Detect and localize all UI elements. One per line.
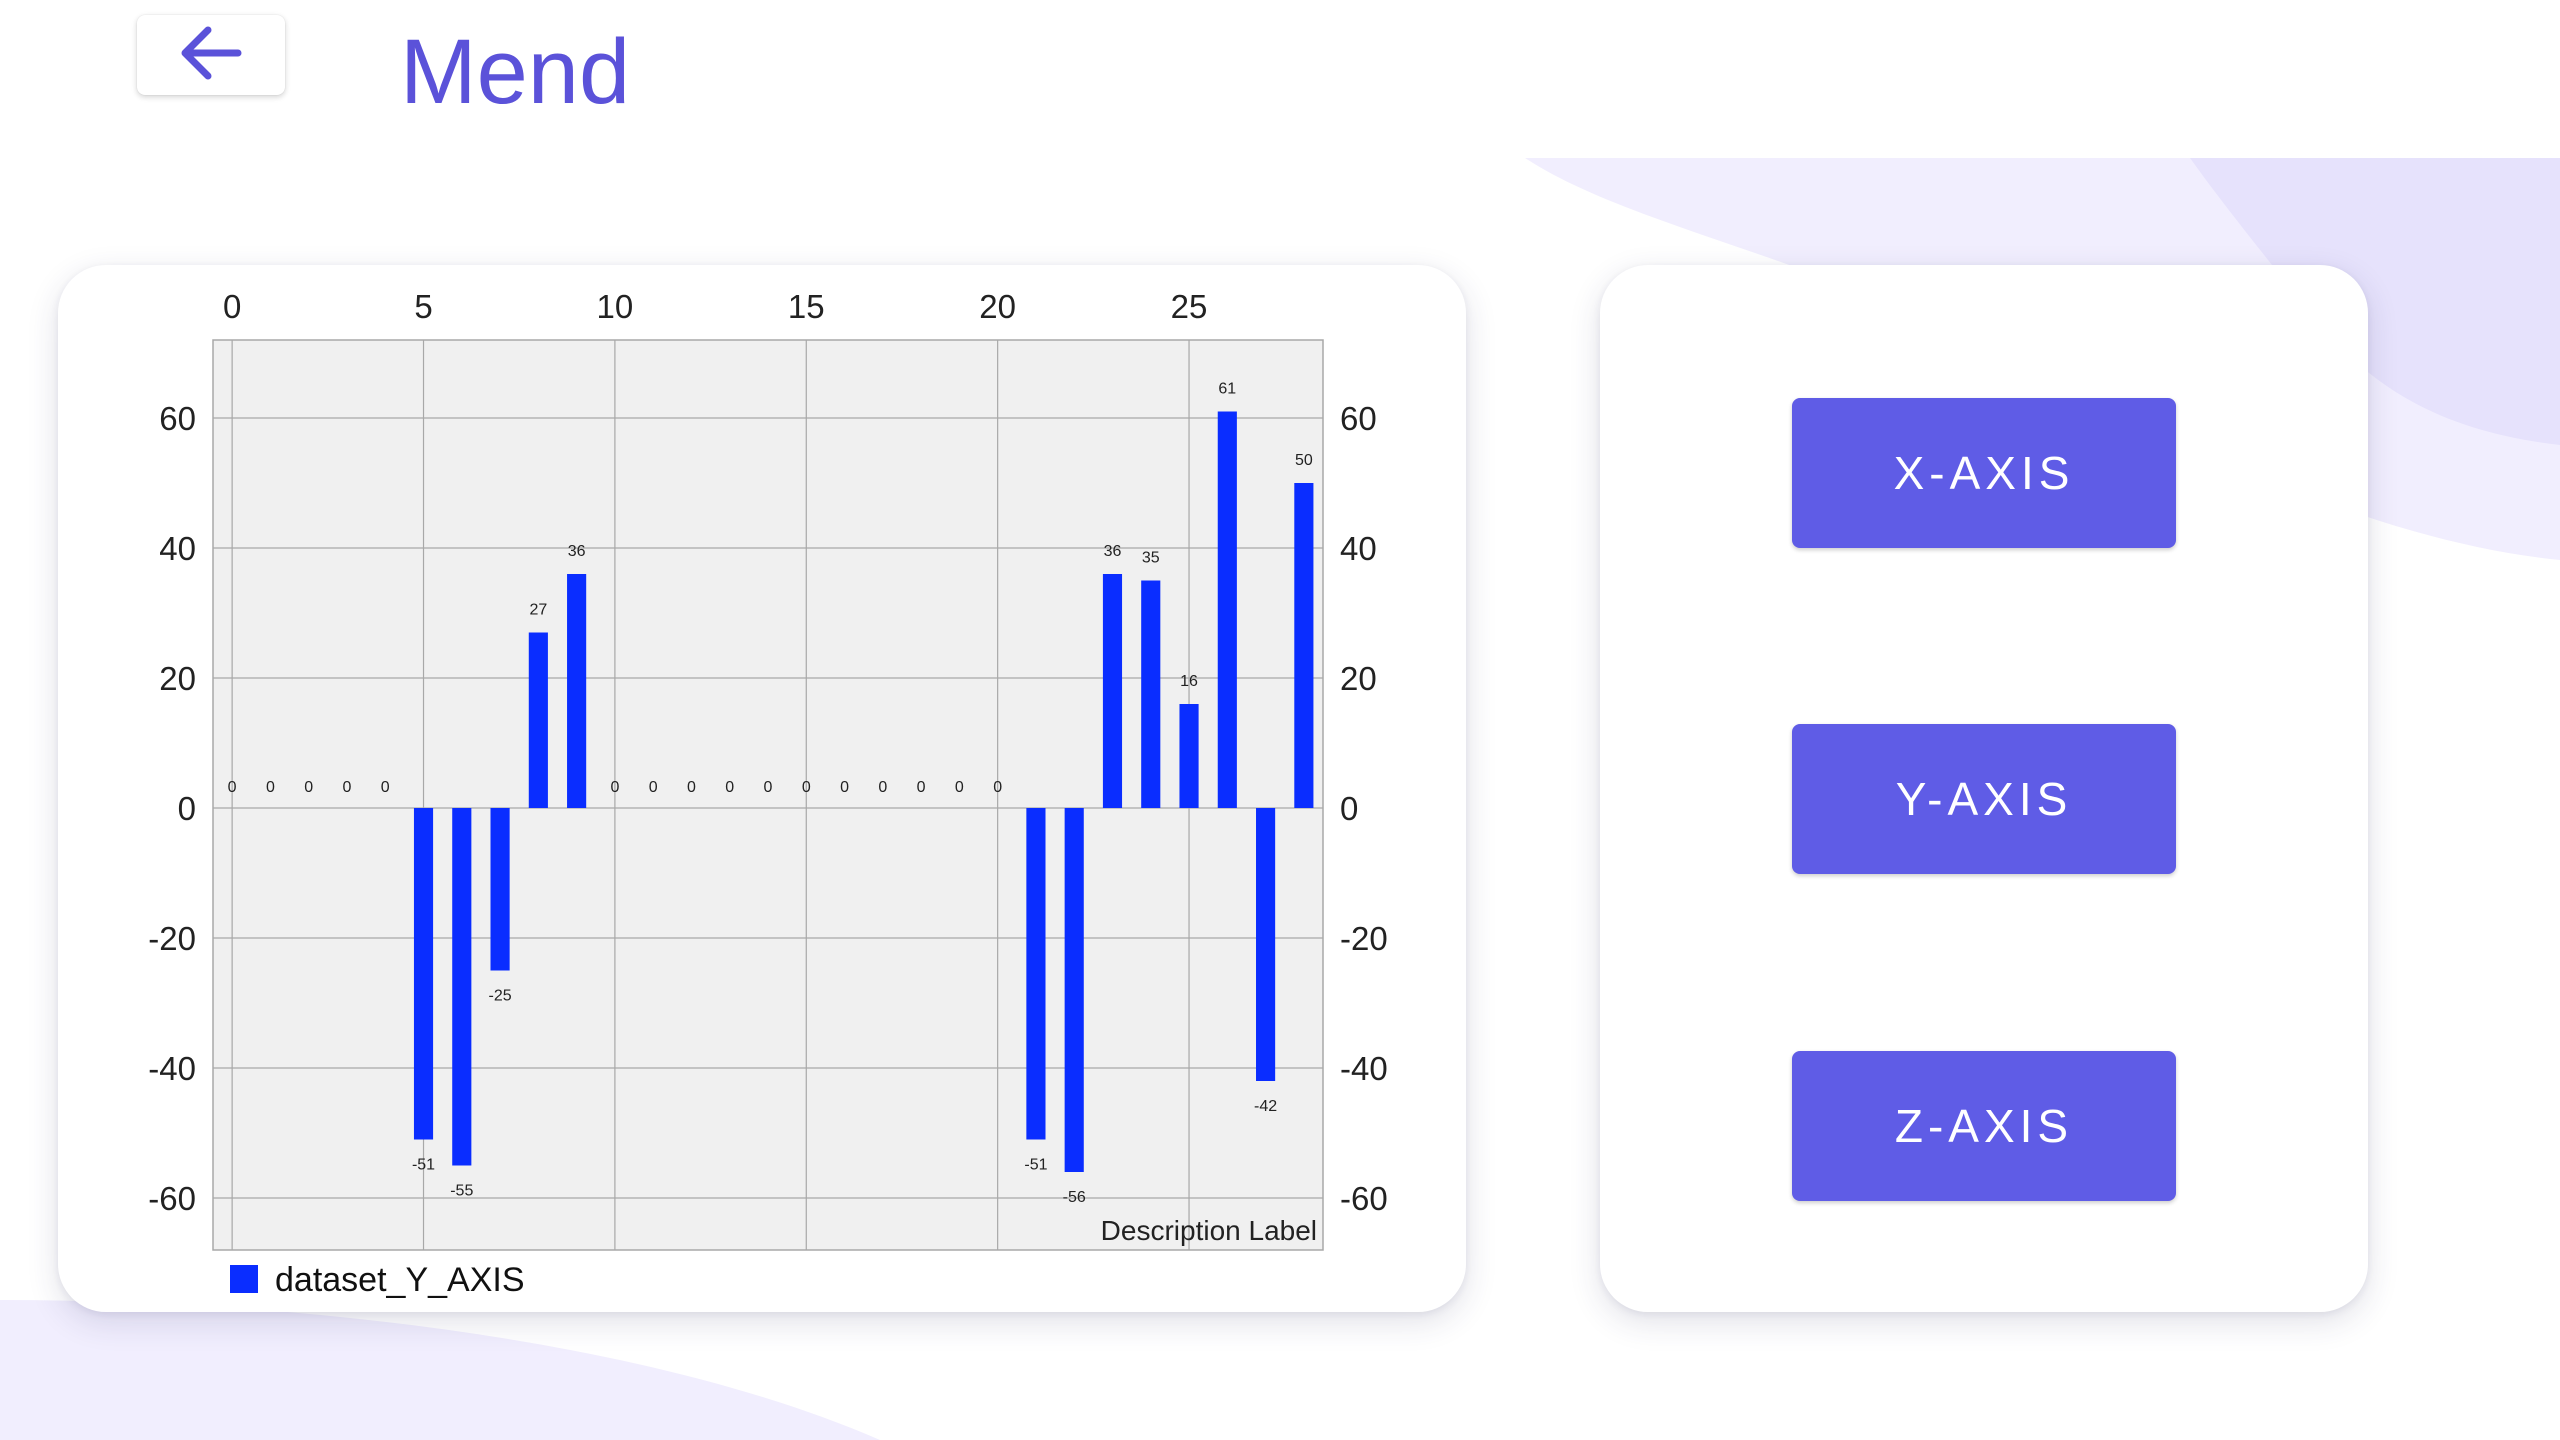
bar-value-label: 0 (802, 779, 811, 796)
bar-value-label: 0 (266, 779, 275, 796)
y-tick-label-left: 20 (159, 660, 196, 697)
x-tick-label: 0 (223, 288, 241, 325)
y-tick-label-right: 40 (1340, 530, 1377, 567)
y-axis-button[interactable]: Y-AXIS (1792, 724, 2176, 874)
bar-value-label: 36 (1104, 543, 1122, 560)
chart-card: 0 5 10 15 20 25 60 60 40 40 20 20 0 0 -20 -20 -40 -40 -60 -… (58, 265, 1466, 1312)
bar-value-label: 0 (687, 779, 696, 796)
bar-value-label: 0 (228, 779, 237, 796)
axis-controls-card: X-AXIS Y-AXIS Z-AXIS (1600, 265, 2368, 1312)
bar-value-label: 50 (1295, 452, 1313, 469)
x-tick-label: 15 (788, 288, 825, 325)
y-tick-label-right: 0 (1340, 790, 1358, 827)
bar-value-label: 0 (649, 779, 658, 796)
x-tick-label: 5 (414, 288, 432, 325)
bar-value-label: 0 (917, 779, 926, 796)
chart-bar (1179, 704, 1199, 808)
chart-description-label: Description Label (1101, 1215, 1317, 1246)
x-tick-label: 25 (1171, 288, 1208, 325)
chart-bar (1256, 808, 1276, 1081)
bar-value-label: 35 (1142, 550, 1160, 567)
x-tick-label: 10 (597, 288, 634, 325)
bar-value-label: -51 (1024, 1157, 1047, 1174)
bar-value-label: 16 (1180, 673, 1198, 690)
y-tick-label-left: -60 (148, 1180, 196, 1217)
y-tick-label-left: -40 (148, 1050, 196, 1087)
bar-value-label: 0 (343, 779, 352, 796)
chart-bar (528, 632, 548, 808)
y-tick-label-left: 0 (178, 790, 196, 827)
bar-value-label: 0 (764, 779, 773, 796)
chart-bar (1102, 574, 1123, 808)
bar-value-label: 0 (304, 779, 313, 796)
bar-value-label: 36 (568, 543, 586, 560)
y-tick-label-right: -20 (1340, 920, 1388, 957)
y-tick-label-right: -60 (1340, 1180, 1388, 1217)
page-title: Mend (400, 21, 631, 123)
arrow-left-icon (176, 21, 246, 90)
bar-value-label: -51 (412, 1157, 435, 1174)
y-tick-label-right: 60 (1340, 400, 1377, 437)
z-axis-button[interactable]: Z-AXIS (1792, 1051, 2176, 1201)
y-tick-label-left: 60 (159, 400, 196, 437)
chart-bar (1064, 808, 1084, 1172)
bar-value-label: 0 (725, 779, 734, 796)
chart-bar (1141, 580, 1161, 808)
x-axis-button[interactable]: X-AXIS (1792, 398, 2176, 548)
bar-value-label: 0 (993, 779, 1002, 796)
bar-value-label: 0 (610, 779, 619, 796)
y-tick-label-left: 40 (159, 530, 196, 567)
legend-swatch (230, 1265, 258, 1293)
back-button[interactable] (137, 15, 285, 95)
chart-bar (490, 808, 510, 971)
bar-value-label: -25 (489, 988, 512, 1005)
bar-chart: 0 5 10 15 20 25 60 60 40 40 20 20 0 0 -20 -20 -40 -40 -60 -… (148, 288, 1388, 1299)
bar-value-label: 0 (878, 779, 887, 796)
bar-value-label: -42 (1254, 1098, 1277, 1115)
x-tick-label: 20 (979, 288, 1016, 325)
bar-value-label: 0 (840, 779, 849, 796)
chart-bar (413, 808, 434, 1140)
bar-value-label: 61 (1218, 381, 1236, 398)
chart-bar (452, 808, 472, 1166)
chart-bar (1026, 808, 1046, 1140)
y-tick-label-right: -40 (1340, 1050, 1388, 1087)
bar-value-label: 0 (955, 779, 964, 796)
chart-bar (567, 574, 587, 808)
bar-value-label: -56 (1063, 1189, 1086, 1206)
chart-bar (1294, 483, 1314, 808)
y-tick-label-right: 20 (1340, 660, 1377, 697)
bar-value-label: 0 (381, 779, 390, 796)
y-tick-label-left: -20 (148, 920, 196, 957)
chart-bar (1217, 411, 1237, 808)
bar-value-label: 27 (529, 602, 547, 619)
bar-value-label: -55 (450, 1183, 473, 1200)
legend-label: dataset_Y_AXIS (275, 1261, 525, 1299)
